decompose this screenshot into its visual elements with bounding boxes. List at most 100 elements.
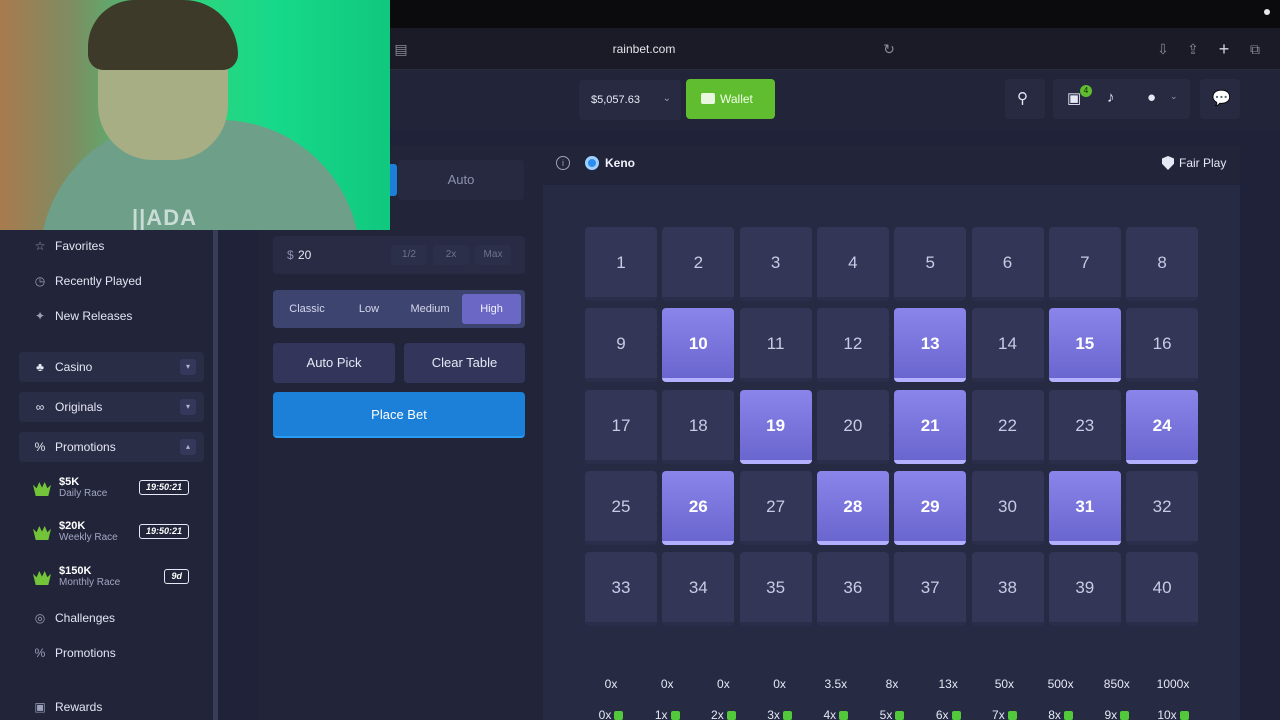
keno-tile[interactable]: 39 — [1048, 552, 1121, 627]
keno-tile[interactable]: 15 — [1048, 308, 1121, 383]
chevron-down-icon[interactable]: ⌄ — [1170, 91, 1178, 102]
payout-multiplier: 0x — [717, 677, 730, 691]
keno-tile[interactable]: 7 — [1048, 227, 1121, 301]
sidebar-item-rewards[interactable]: ▣ Rewards — [33, 697, 102, 717]
sidebar-item-label: Promotions — [55, 646, 116, 660]
keno-tile[interactable]: 21 — [894, 389, 967, 464]
keno-tile[interactable]: 34 — [662, 552, 735, 627]
keno-tile[interactable]: 37 — [894, 552, 967, 627]
clear-table-button[interactable]: Clear Table — [404, 343, 525, 383]
hit-count-label: 10x — [1157, 708, 1177, 720]
risk-medium[interactable]: Medium — [401, 294, 459, 324]
chevron-down-icon[interactable]: ▾ — [180, 399, 196, 415]
sidebar-item-label: Rewards — [55, 700, 103, 714]
payout-multiplier: 0x — [773, 677, 786, 691]
keno-tile[interactable]: 30 — [971, 470, 1044, 545]
sidebar-item-favorites[interactable]: ☆ Favorites — [33, 236, 105, 256]
keno-tile[interactable]: 3 — [739, 227, 812, 301]
keno-tile[interactable]: 10 — [662, 308, 735, 383]
info-icon[interactable]: i — [556, 156, 570, 170]
keno-tile[interactable]: 4 — [816, 227, 889, 301]
bell-icon[interactable]: ♪ — [1107, 89, 1115, 106]
sidebar-group-casino[interactable]: ♣ Casino ▾ — [19, 352, 204, 382]
race-name: Weekly Race — [59, 532, 118, 543]
chevron-up-icon[interactable]: ▴ — [180, 439, 196, 455]
tab-overview-icon[interactable]: ⧉ — [1246, 40, 1264, 58]
keno-tile[interactable]: 29 — [894, 470, 967, 545]
sidebar-item-challenges[interactable]: ◎ Challenges — [33, 608, 115, 628]
keno-tile[interactable]: 6 — [971, 227, 1044, 301]
hit-count: 3x — [754, 708, 806, 720]
keno-tile[interactable]: 2 — [662, 227, 735, 301]
keno-tile[interactable]: 22 — [971, 389, 1044, 464]
keno-tile[interactable]: 5 — [894, 227, 967, 301]
half-bet-button[interactable]: 1/2 — [391, 245, 427, 265]
keno-tile[interactable]: 26 — [662, 470, 735, 545]
max-bet-button[interactable]: Max — [475, 245, 511, 265]
risk-classic[interactable]: Classic — [277, 294, 337, 324]
reload-icon[interactable]: ↻ — [880, 40, 898, 58]
gem-icon — [726, 711, 736, 720]
keno-tile[interactable]: 13 — [894, 308, 967, 383]
keno-tile[interactable]: 36 — [816, 552, 889, 627]
currency-symbol: $ — [287, 248, 294, 262]
keno-tile[interactable]: 19 — [739, 389, 812, 464]
keno-tile[interactable]: 20 — [816, 389, 889, 464]
bet-amount-value[interactable]: 20 — [298, 248, 311, 262]
keno-tile[interactable]: 31 — [1048, 470, 1121, 545]
race-daily[interactable]: $5K Daily Race 19:50:21 — [33, 476, 193, 506]
double-bet-button[interactable]: 2x — [433, 245, 469, 265]
keno-tile[interactable]: 33 — [585, 552, 657, 627]
keno-tile[interactable]: 1 — [585, 227, 657, 301]
wallet-button[interactable]: Wallet — [686, 79, 775, 119]
fair-play-link[interactable]: Fair Play — [1179, 156, 1226, 170]
search-button[interactable]: ⚲ — [1005, 79, 1045, 119]
keno-tile[interactable]: 8 — [1126, 227, 1199, 301]
risk-low[interactable]: Low — [339, 294, 399, 324]
address-bar[interactable]: rainbet.com — [560, 42, 728, 56]
download-icon[interactable]: ⇩ — [1154, 40, 1172, 58]
share-icon[interactable]: ⇪ — [1184, 40, 1202, 58]
sidebar-scrollbar[interactable] — [213, 230, 218, 720]
keno-tile[interactable]: 23 — [1048, 389, 1121, 464]
keno-tile[interactable]: 25 — [585, 470, 657, 545]
keno-tile[interactable]: 27 — [739, 470, 812, 545]
keno-tile[interactable]: 35 — [739, 552, 812, 627]
keno-tile[interactable]: 14 — [971, 308, 1044, 383]
keno-tile[interactable]: 12 — [816, 308, 889, 383]
user-icon[interactable]: ● — [1147, 89, 1156, 106]
keno-tile[interactable]: 9 — [585, 308, 657, 383]
keno-tile[interactable]: 28 — [816, 470, 889, 545]
place-bet-button[interactable]: Place Bet — [273, 392, 525, 438]
race-weekly[interactable]: $20K Weekly Race 19:50:21 — [33, 520, 193, 550]
keno-tile[interactable]: 38 — [971, 552, 1044, 627]
race-monthly[interactable]: $150K Monthly Race 9d — [33, 565, 193, 595]
keno-tile[interactable]: 17 — [585, 389, 657, 464]
keno-tile[interactable]: 24 — [1126, 389, 1199, 464]
keno-tile[interactable]: 18 — [662, 389, 735, 464]
gem-icon — [1063, 711, 1073, 720]
tabs-icon[interactable]: ▤ — [392, 40, 410, 58]
keno-tile[interactable]: 11 — [739, 308, 812, 383]
sidebar-item-label: New Releases — [55, 309, 133, 323]
gem-icon — [1007, 711, 1017, 720]
keno-tile[interactable]: 32 — [1126, 470, 1199, 545]
sidebar-item-new-releases[interactable]: ✦ New Releases — [33, 306, 132, 326]
payout-multiplier: 13x — [938, 677, 958, 691]
chat-button[interactable]: 💬 — [1200, 79, 1240, 119]
sidebar-item-recently-played[interactable]: ◷ Recently Played — [33, 271, 142, 291]
chevron-down-icon[interactable]: ▾ — [180, 359, 196, 375]
sidebar-group-originals[interactable]: ∞ Originals ▾ — [19, 392, 204, 422]
keno-tile[interactable]: 16 — [1126, 308, 1199, 383]
risk-high[interactable]: High — [462, 294, 521, 324]
tab-manual[interactable] — [390, 164, 397, 196]
balance-dropdown[interactable]: $5,057.63 ⌄ — [579, 80, 681, 120]
new-tab-icon[interactable]: + — [1215, 40, 1233, 58]
keno-tile[interactable]: 40 — [1126, 552, 1199, 627]
sidebar-group-promotions[interactable]: % Promotions ▴ — [19, 432, 204, 462]
race-amount: $150K — [59, 565, 92, 577]
hit-count: 10x — [1147, 708, 1199, 720]
tab-auto[interactable]: Auto — [398, 160, 524, 200]
auto-pick-button[interactable]: Auto Pick — [273, 343, 395, 383]
sidebar-item-promotions[interactable]: % Promotions — [33, 643, 116, 663]
